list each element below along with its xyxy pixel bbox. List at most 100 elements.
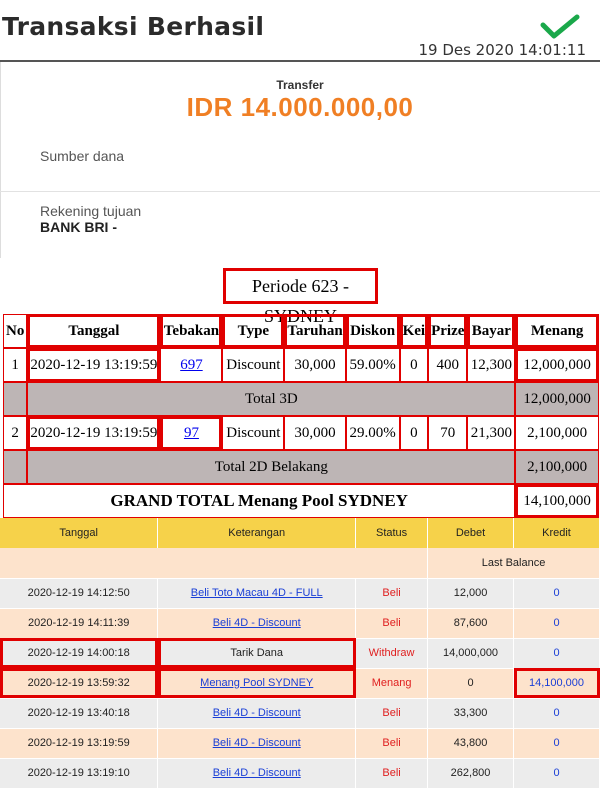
tebakan-link[interactable]: 697 bbox=[180, 357, 203, 373]
tx-status: Beli bbox=[355, 728, 429, 759]
total-label: Total 3D bbox=[27, 382, 516, 416]
row-tanggal: 2020-12-19 13:19:59 bbox=[27, 348, 161, 382]
table-row: 2020-12-19 14:00:18 Tarik Dana Withdraw … bbox=[0, 638, 600, 669]
tx-debet: 0 bbox=[427, 668, 515, 699]
table-row: 2020-12-19 13:59:32 Menang Pool SYDNEY M… bbox=[0, 668, 600, 699]
row-type: Discount bbox=[222, 348, 285, 382]
col-bayar: Bayar bbox=[467, 314, 516, 348]
last-balance-label: Last Balance bbox=[427, 548, 600, 579]
total-row: Total 2D Belakang 2,100,000 bbox=[3, 450, 599, 484]
row-menang: 2,100,000 bbox=[515, 416, 599, 450]
tx-desc-link[interactable]: Beli Toto Macau 4D - FULL bbox=[191, 587, 323, 599]
report-table: No Tanggal Tebakan Type Taruhan Diskon K… bbox=[3, 314, 599, 518]
transfer-amount: IDR 14.000.000,00 bbox=[186, 92, 414, 122]
col-kei: Kei bbox=[399, 314, 429, 348]
transfer-receipt: Transaksi Berhasil 19 Des 2020 14:01:11 … bbox=[0, 0, 600, 258]
row-tebakan[interactable]: 697 bbox=[160, 348, 223, 382]
tx-desc-link[interactable]: Beli 4D - Discount bbox=[213, 707, 301, 719]
tx-date: 2020-12-19 13:59:32 bbox=[0, 668, 159, 699]
tx-date: 2020-12-19 14:12:50 bbox=[0, 578, 159, 609]
col-type: Type bbox=[222, 314, 285, 348]
row-prize: 70 bbox=[428, 416, 468, 450]
row-taruhan: 30,000 bbox=[284, 348, 346, 382]
tx-debet: 262,800 bbox=[427, 758, 515, 789]
tx-kredit: 14,100,000 bbox=[513, 668, 600, 699]
tx-desc[interactable]: Beli 4D - Discount bbox=[157, 728, 357, 759]
tebakan-link[interactable]: 97 bbox=[184, 425, 199, 441]
receipt-header: Transaksi Berhasil 19 Des 2020 14:01:11 bbox=[0, 0, 600, 59]
tx-desc[interactable]: Beli Toto Macau 4D - FULL bbox=[157, 578, 357, 609]
row-tanggal: 2020-12-19 13:19:59 bbox=[27, 416, 161, 450]
col-kredit: Kredit bbox=[513, 518, 600, 548]
tx-date: 2020-12-19 14:11:39 bbox=[0, 608, 159, 639]
tx-desc: Tarik Dana bbox=[157, 638, 357, 669]
col-debet: Debet bbox=[427, 518, 515, 548]
history-header-row: Tanggal Keterangan Status Debet Kredit bbox=[0, 518, 600, 548]
tx-status: Beli bbox=[355, 578, 429, 609]
table-row: 2020-12-19 13:19:59 Beli 4D - Discount B… bbox=[0, 728, 600, 759]
tx-debet: 14,000,000 bbox=[427, 638, 515, 669]
tx-status: Beli bbox=[355, 608, 429, 639]
tx-desc-link[interactable]: Menang Pool SYDNEY bbox=[200, 677, 313, 689]
tx-date: 2020-12-19 13:19:59 bbox=[0, 728, 159, 759]
periode-title: Periode 623 - SYDNEY bbox=[223, 268, 378, 326]
betting-report: Periode 623 - SYDNEY No Tanggal Tebakan … bbox=[0, 264, 600, 520]
tx-date: 2020-12-19 13:19:10 bbox=[0, 758, 159, 789]
tx-kredit: 0 bbox=[513, 638, 600, 669]
transfer-label: Transfer bbox=[276, 78, 324, 92]
total-value: 2,100,000 bbox=[515, 450, 599, 484]
col-no: No bbox=[3, 314, 28, 348]
col-keterangan: Keterangan bbox=[157, 518, 357, 548]
tx-debet: 87,600 bbox=[427, 608, 515, 639]
destination-bank: BANK BRI - bbox=[40, 219, 117, 235]
col-status: Status bbox=[355, 518, 429, 548]
tx-desc-link[interactable]: Beli 4D - Discount bbox=[213, 737, 301, 749]
row-kei: 0 bbox=[399, 416, 429, 450]
total-label: Total 2D Belakang bbox=[27, 450, 516, 484]
tx-status: Menang bbox=[355, 668, 429, 699]
tx-debet: 43,800 bbox=[427, 728, 515, 759]
grand-total-label: GRAND TOTAL Menang Pool SYDNEY bbox=[3, 484, 516, 518]
transaction-history: Tanggal Keterangan Status Debet Kredit L… bbox=[0, 518, 600, 800]
table-row: 2 2020-12-19 13:19:59 97 Discount 30,000… bbox=[3, 416, 599, 450]
tx-desc[interactable]: Menang Pool SYDNEY bbox=[157, 668, 357, 699]
tx-desc-link[interactable]: Beli 4D - Discount bbox=[213, 617, 301, 629]
total-value: 12,000,000 bbox=[515, 382, 599, 416]
report-header-row: No Tanggal Tebakan Type Taruhan Diskon K… bbox=[3, 314, 599, 348]
row-tebakan[interactable]: 97 bbox=[160, 416, 223, 450]
tx-date: 2020-12-19 14:00:18 bbox=[0, 638, 159, 669]
row-kei: 0 bbox=[399, 348, 429, 382]
tx-debet: 12,000 bbox=[427, 578, 515, 609]
source-of-funds-label: Sumber dana bbox=[40, 148, 125, 164]
tx-date: 2020-12-19 13:40:18 bbox=[0, 698, 159, 729]
col-tanggal: Tanggal bbox=[27, 314, 161, 348]
col-taruhan: Taruhan bbox=[284, 314, 346, 348]
row-diskon: 29.00% bbox=[345, 416, 400, 450]
tx-desc[interactable]: Beli 4D - Discount bbox=[157, 698, 357, 729]
destination-account-label: Rekening tujuan bbox=[40, 203, 142, 219]
tx-status: Withdraw bbox=[355, 638, 429, 669]
tx-desc[interactable]: Beli 4D - Discount bbox=[157, 608, 357, 639]
tx-kredit: 0 bbox=[513, 758, 600, 789]
grand-total-row: GRAND TOTAL Menang Pool SYDNEY 14,100,00… bbox=[3, 484, 599, 518]
row-bayar: 21,300 bbox=[467, 416, 516, 450]
history-table: Tanggal Keterangan Status Debet Kredit L… bbox=[0, 518, 600, 789]
tx-kredit: 0 bbox=[513, 578, 600, 609]
transaction-datetime: 19 Des 2020 14:01:11 bbox=[418, 41, 586, 59]
tx-desc-link[interactable]: Beli 4D - Discount bbox=[213, 767, 301, 779]
table-row: 1 2020-12-19 13:19:59 697 Discount 30,00… bbox=[3, 348, 599, 382]
last-balance-row: Last Balance bbox=[0, 548, 600, 579]
row-diskon: 59.00% bbox=[345, 348, 400, 382]
table-row: 2020-12-19 13:19:10 Beli 4D - Discount B… bbox=[0, 758, 600, 789]
checkmark-icon bbox=[540, 14, 580, 39]
row-no: 1 bbox=[3, 348, 28, 382]
row-bayar: 12,300 bbox=[467, 348, 516, 382]
table-row: 2020-12-19 14:11:39 Beli 4D - Discount B… bbox=[0, 608, 600, 639]
tx-status: Beli bbox=[355, 758, 429, 789]
tx-desc[interactable]: Beli 4D - Discount bbox=[157, 758, 357, 789]
col-prize: Prize bbox=[428, 314, 468, 348]
grand-total-value: 14,100,000 bbox=[515, 484, 599, 518]
tx-debet: 33,300 bbox=[427, 698, 515, 729]
row-menang: 12,000,000 bbox=[515, 348, 599, 382]
page-title: Transaksi Berhasil bbox=[2, 12, 265, 41]
